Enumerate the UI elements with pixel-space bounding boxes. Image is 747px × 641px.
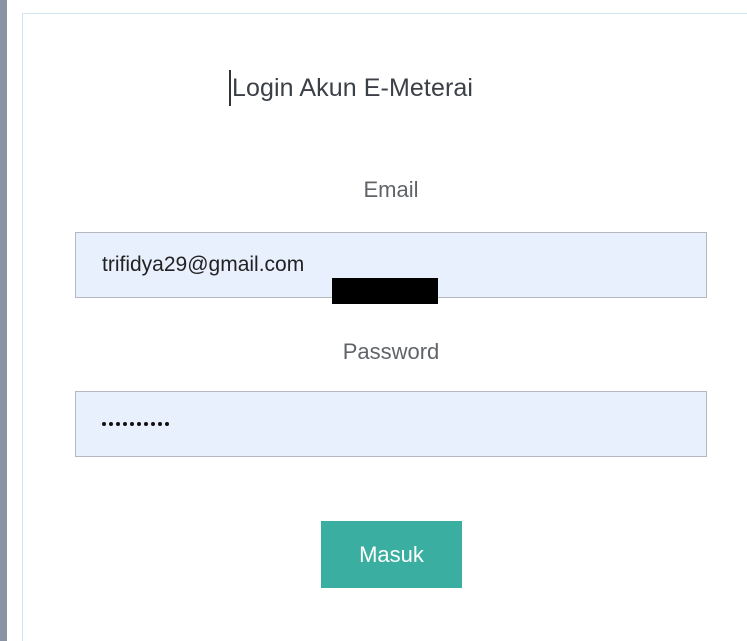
password-dot <box>109 422 113 426</box>
password-dot <box>137 422 141 426</box>
password-dot <box>123 422 127 426</box>
password-dot <box>116 422 120 426</box>
password-dot <box>158 422 162 426</box>
window-frame: Login Akun E-Meterai Email trifidya29@gm… <box>0 0 747 641</box>
email-value: trifidya29@gmail.com <box>102 253 305 276</box>
password-mask <box>102 422 169 426</box>
password-label: Password <box>342 339 440 364</box>
page-title: Login Akun E-Meterai <box>232 73 474 102</box>
password-dot <box>144 422 148 426</box>
redaction-box <box>332 278 438 304</box>
masuk-button[interactable]: Masuk <box>321 521 462 588</box>
page-title-wrap: Login Akun E-Meterai <box>229 70 473 106</box>
password-dot <box>151 422 155 426</box>
password-dot <box>102 422 106 426</box>
text-caret <box>229 70 231 106</box>
password-dot <box>165 422 169 426</box>
password-field[interactable] <box>75 391 707 457</box>
password-dot <box>130 422 134 426</box>
email-label: Email <box>363 177 419 202</box>
